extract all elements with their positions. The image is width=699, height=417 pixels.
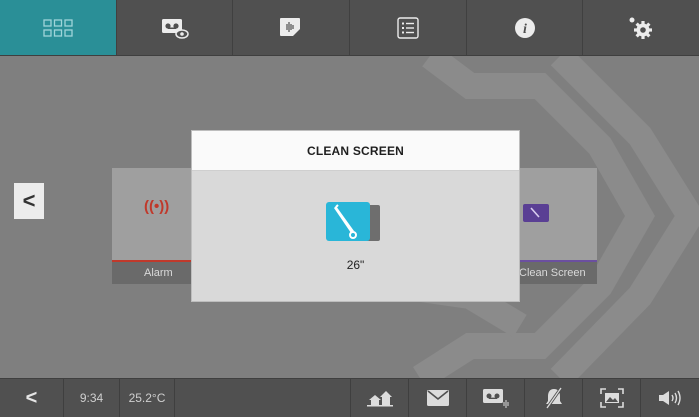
tab-info[interactable]: i (467, 0, 584, 55)
dialog-title: CLEAN SCREEN (192, 131, 519, 171)
alarm-card[interactable]: ((•)) Alarm (112, 168, 192, 284)
tab-voicemail-view[interactable] (117, 0, 234, 55)
clean-screen-card-label: Clean Screen (517, 260, 597, 284)
bottom-status-bar: < 9:34 25.2°C (0, 378, 699, 417)
dialog-body: 26" (192, 171, 519, 301)
temperature-display: 25.2°C (120, 379, 175, 417)
messages-button[interactable] (409, 379, 467, 417)
intercom-icon (280, 17, 301, 36)
tab-intercom[interactable] (233, 0, 351, 55)
list-icon (397, 16, 419, 39)
clean-screen-icon (326, 202, 382, 255)
tab-home-grid[interactable] (0, 0, 117, 55)
back-button[interactable]: < (0, 379, 64, 417)
clean-screen-icon (523, 204, 549, 227)
photo-icon (599, 388, 624, 408)
chevron-left-icon: < (22, 188, 36, 213)
grid-icon (43, 18, 73, 37)
voicemail-button[interactable] (467, 379, 525, 417)
mute-icon (545, 387, 562, 409)
info-icon: i (514, 17, 535, 38)
voicemail-icon (482, 389, 508, 408)
tab-list[interactable] (350, 0, 467, 55)
tab-settings[interactable] (583, 0, 699, 55)
alarm-card-label: Alarm (112, 260, 192, 284)
chevron-left-icon: < (25, 386, 38, 409)
settings-icon (629, 17, 653, 39)
clean-screen-card[interactable]: Clean Screen (517, 168, 597, 284)
carousel-previous-button[interactable]: < (14, 183, 44, 219)
home-away-button[interactable] (351, 379, 409, 417)
countdown-timer: 26" (346, 258, 365, 272)
home-away-icon (366, 391, 393, 407)
clean-screen-dialog: CLEAN SCREEN 26" (192, 131, 519, 301)
voicemail-view-icon (161, 18, 189, 39)
clock-display: 9:34 (64, 379, 120, 417)
volume-button[interactable] (641, 379, 699, 417)
volume-icon (659, 390, 681, 406)
alarm-icon: ((•)) (144, 198, 170, 215)
bottom-bar-spacer (175, 379, 351, 417)
photo-button[interactable] (583, 379, 641, 417)
svg-text:i: i (523, 22, 527, 37)
envelope-icon (426, 390, 449, 406)
mute-button[interactable] (525, 379, 583, 417)
top-navigation-bar: i (0, 0, 699, 56)
